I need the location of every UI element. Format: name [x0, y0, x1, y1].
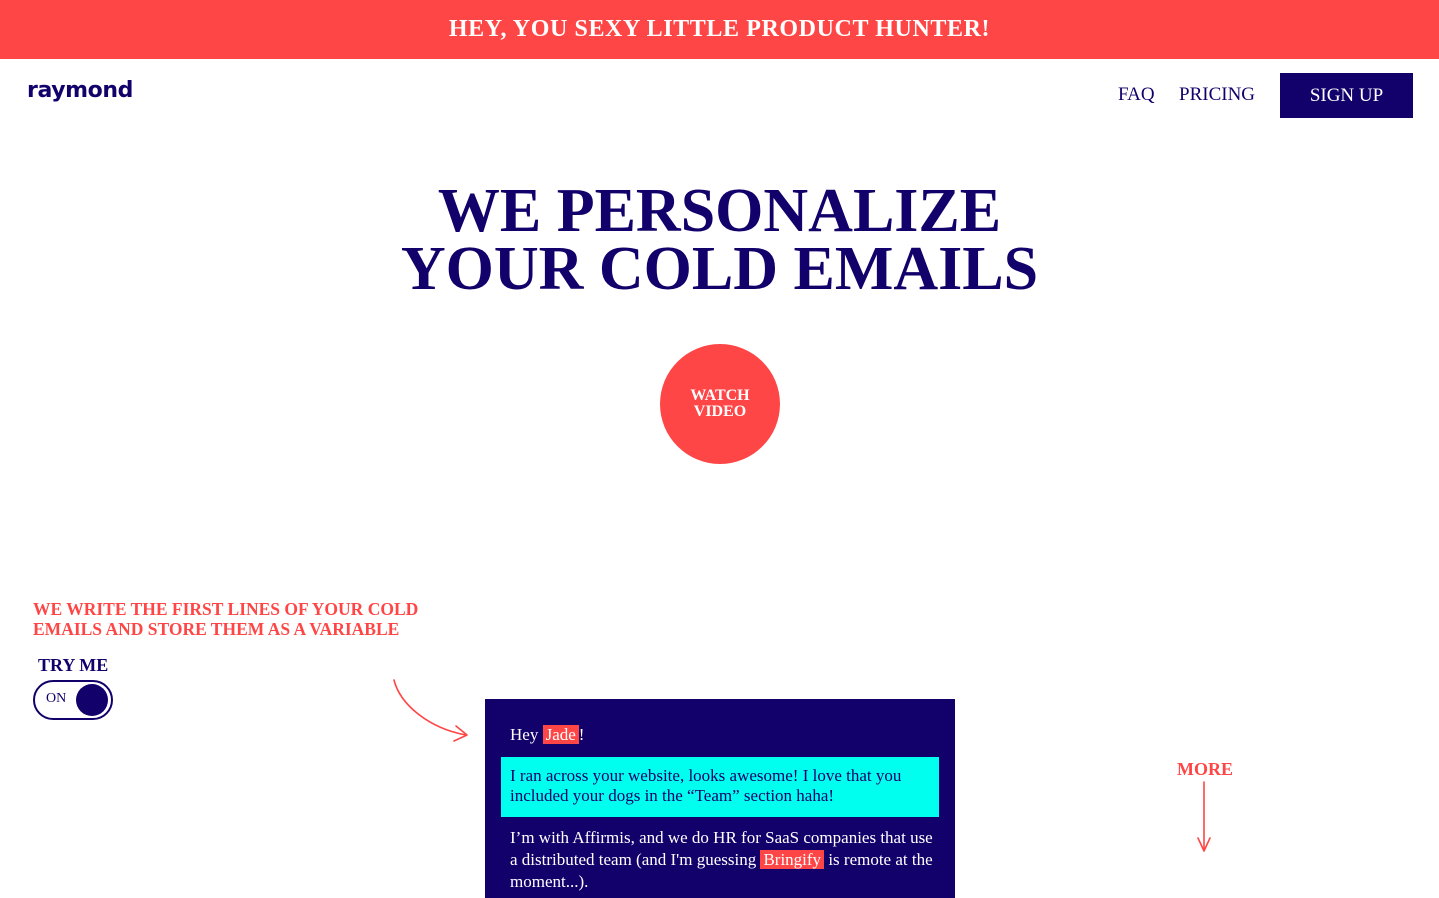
toggle-knob [76, 684, 108, 716]
email-body: I’m with Affirmis, and we do HR for SaaS… [510, 827, 940, 893]
logo[interactable]: raymond [27, 78, 133, 103]
curved-arrow-icon [393, 679, 468, 742]
watch-video-line-2: VIDEO [693, 403, 747, 420]
down-arrow-icon[interactable] [1193, 780, 1215, 856]
first-name-variable: Jade [542, 725, 579, 744]
more-link[interactable]: MORE [1177, 759, 1233, 780]
try-me-label: TRY ME [38, 655, 109, 675]
hero-title-line-2: YOUR COLD EMAILS [400, 235, 1039, 303]
watch-video-label: WATCH VIDEO [685, 388, 755, 420]
signup-button[interactable]: SIGN UP [1280, 73, 1413, 118]
greeting-suffix: ! [578, 725, 585, 744]
toggle-state-label: ON [46, 691, 67, 706]
hero-title: WE PERSONALIZE YOUR COLD EMAILS [0, 180, 1439, 300]
personalized-first-line: I ran across your website, looks awesome… [501, 757, 939, 817]
nav-pricing-link[interactable]: PRICING [1179, 84, 1255, 106]
personalization-toggle[interactable]: ON [33, 680, 113, 720]
greeting-prefix: Hey [510, 725, 543, 744]
feature-caption: WE WRITE THE FIRST LINES OF YOUR COLD EM… [33, 599, 419, 639]
promo-banner: HEY, YOU SEXY LITTLE PRODUCT HUNTER! [0, 0, 1439, 59]
nav-faq-link[interactable]: FAQ [1118, 84, 1155, 106]
email-greeting: Hey Jade! [510, 724, 584, 746]
watch-video-button[interactable]: WATCH VIDEO [660, 344, 780, 464]
company-variable: Bringify [760, 850, 825, 869]
promo-banner-text: HEY, YOU SEXY LITTLE PRODUCT HUNTER! [448, 16, 991, 42]
email-preview: Hey Jade! I ran across your website, loo… [485, 699, 955, 898]
watch-video-line-1: WATCH [690, 387, 750, 404]
